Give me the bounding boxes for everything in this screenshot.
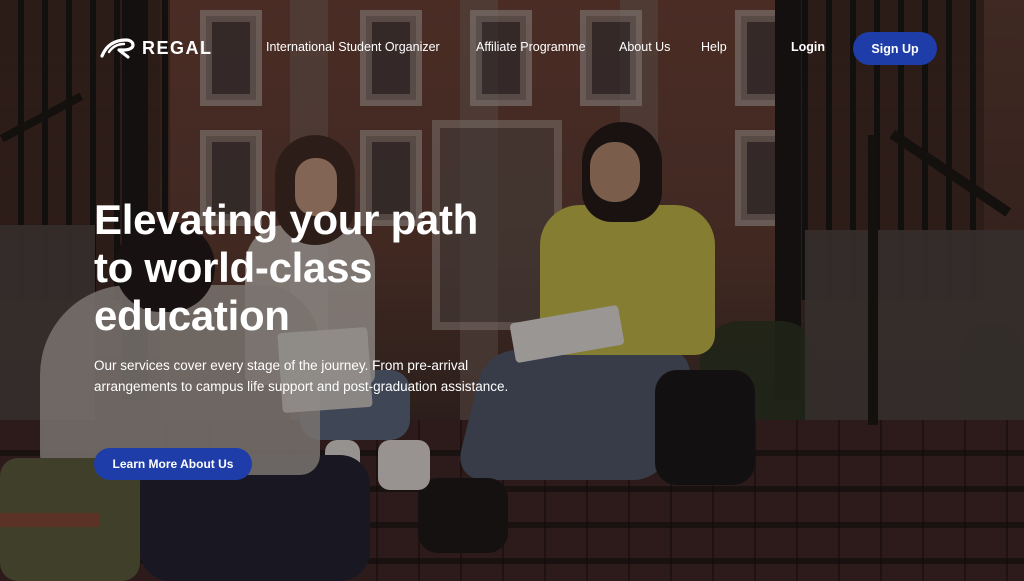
signup-button[interactable]: Sign Up: [853, 32, 937, 65]
hero-subtext: Our services cover every stage of the jo…: [94, 358, 509, 394]
nav-link-affiliate-programme[interactable]: Affiliate Programme: [476, 40, 586, 54]
top-navigation: REGAL International Student Organizer Af…: [0, 0, 1024, 96]
nav-link-help[interactable]: Help: [701, 40, 727, 54]
login-link[interactable]: Login: [791, 40, 825, 54]
brand-logo[interactable]: REGAL: [100, 36, 213, 60]
swoosh-logo-icon: [100, 38, 135, 59]
nav-link-about-us[interactable]: About Us: [619, 40, 670, 54]
hero-headline: Elevating your path to world-class educa…: [94, 196, 479, 339]
nav-link-international-student-organizer[interactable]: International Student Organizer: [266, 40, 440, 54]
brand-name: REGAL: [142, 37, 213, 58]
learn-more-button[interactable]: Learn More About Us: [94, 448, 252, 480]
